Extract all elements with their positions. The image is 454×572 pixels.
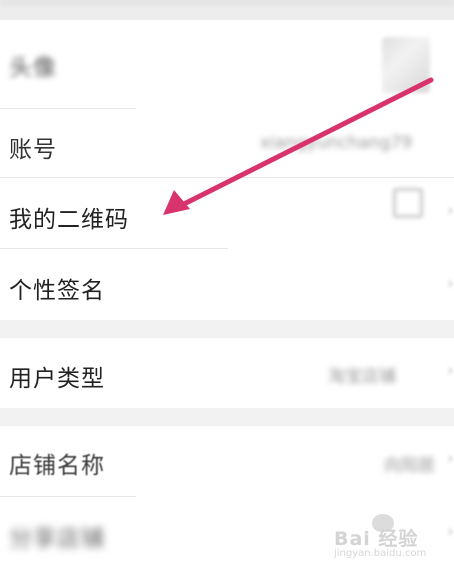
user-type-label: 用户类型 — [9, 366, 105, 392]
user-type-row[interactable]: 用户类型 淘宝店铺 › — [0, 338, 454, 408]
qrcode-label: 我的二维码 — [9, 207, 129, 233]
top-strip — [0, 0, 454, 20]
account-label: 账号 — [9, 137, 57, 163]
chevron-right-icon: › — [446, 448, 454, 469]
shop-name-value: 向阳居 — [384, 456, 435, 476]
chevron-right-icon: › — [446, 521, 454, 542]
user-type-value: 淘宝店铺 — [328, 367, 396, 387]
avatar — [382, 37, 430, 93]
watermark-url: jingyan.baidu.com — [334, 548, 427, 559]
shop-name-label: 店铺名称 — [9, 453, 105, 479]
share-label: 分享店铺 — [9, 526, 105, 552]
baidu-jingyan-watermark: Bai 经验 jingyan.baidu.com — [334, 512, 444, 568]
settings-group-profile: 头像 账号 xiangyunchang79 我的二维码 › 个性签名 › — [0, 20, 454, 320]
watermark-brand: Bai 经验 — [334, 528, 419, 550]
shop-name-row[interactable]: 店铺名称 向阳居 › — [0, 426, 454, 496]
chevron-right-icon: › — [446, 273, 454, 294]
avatar-row[interactable]: 头像 — [0, 20, 454, 108]
top-blur-line — [0, 0, 454, 5]
signature-row[interactable]: 个性签名 › — [0, 249, 454, 320]
chevron-right-icon: › — [446, 200, 454, 221]
account-value: xiangyunchang79 — [260, 133, 413, 153]
account-row[interactable]: 账号 xiangyunchang79 — [0, 109, 454, 177]
chevron-right-icon: › — [446, 360, 454, 381]
avatar-label: 头像 — [9, 55, 57, 81]
qrcode-icon — [393, 188, 423, 218]
signature-label: 个性签名 — [9, 278, 105, 304]
qrcode-row[interactable]: 我的二维码 › — [0, 178, 454, 248]
settings-group-user: 用户类型 淘宝店铺 › — [0, 338, 454, 408]
